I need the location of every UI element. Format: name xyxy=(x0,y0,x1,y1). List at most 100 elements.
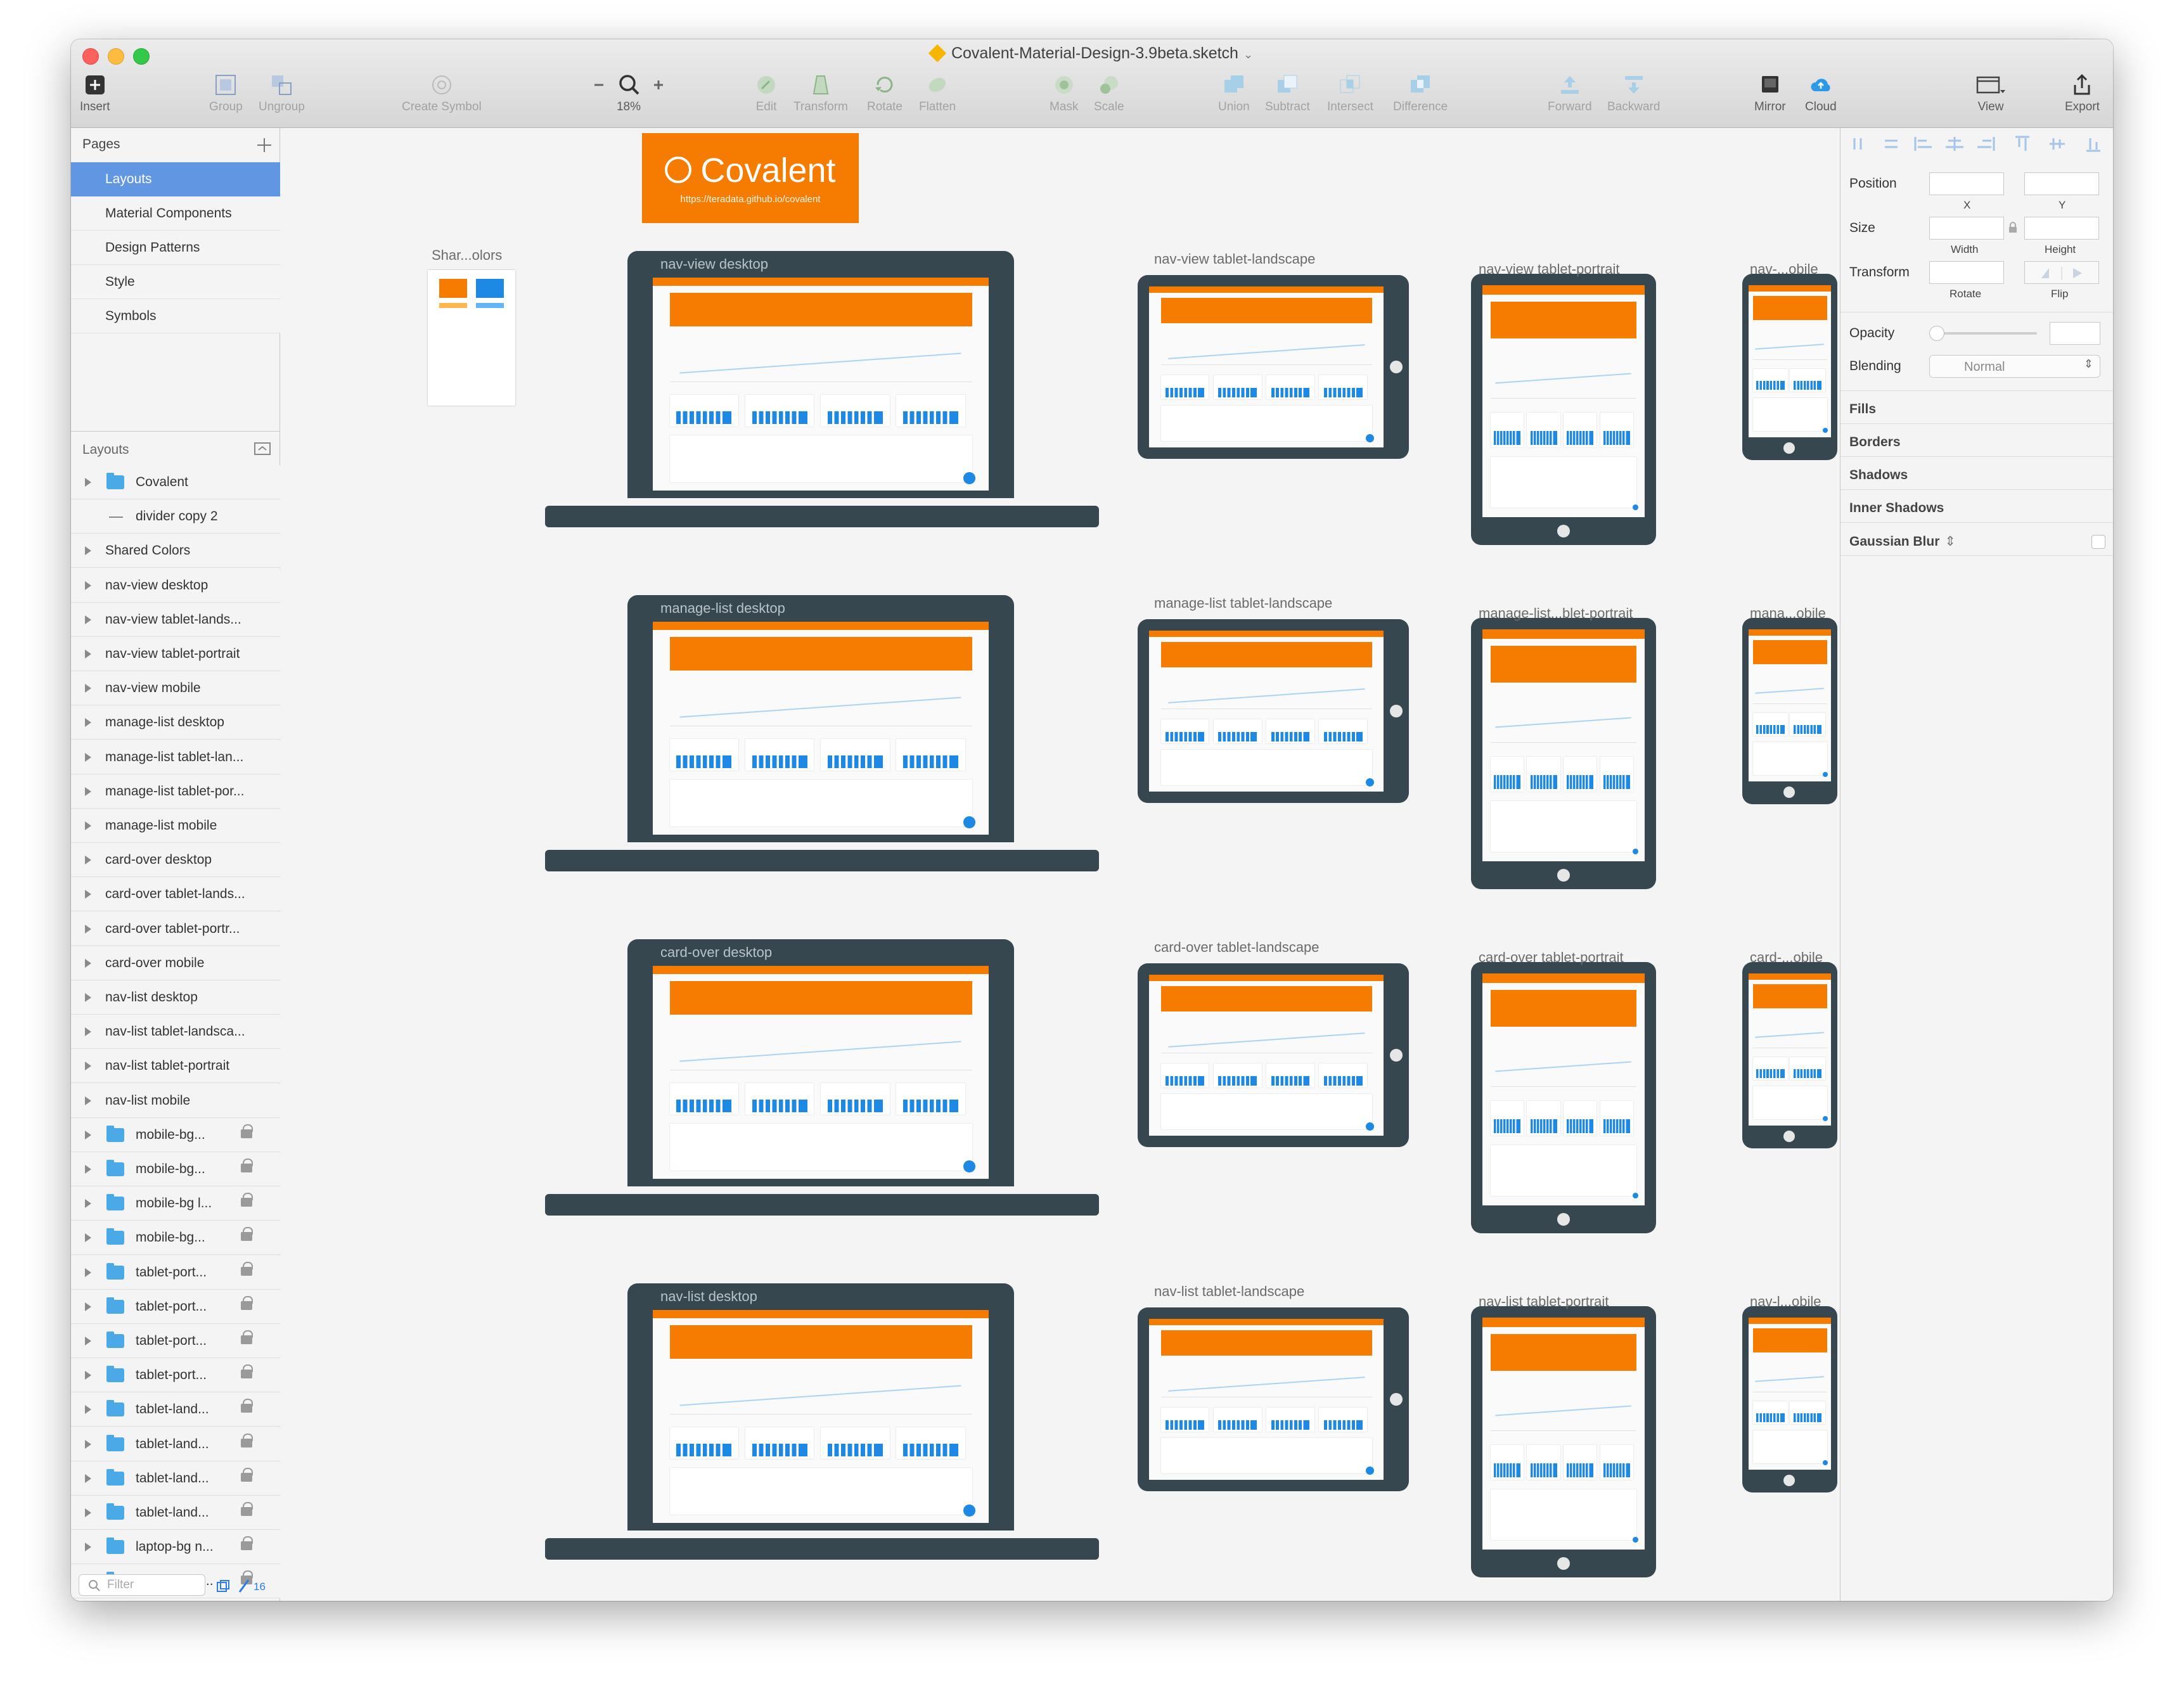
layer-row[interactable]: nav-list tablet-portrait xyxy=(71,1049,280,1084)
artboard-label[interactable]: nav-l...obile xyxy=(1750,1293,1821,1310)
laptop-mockup[interactable] xyxy=(627,939,1014,1186)
disclosure-triangle-icon[interactable] xyxy=(85,890,91,899)
rotate-button[interactable]: Rotate xyxy=(867,74,903,114)
tablet-landscape-mockup[interactable] xyxy=(1138,963,1409,1147)
lock-icon[interactable] xyxy=(241,1261,253,1276)
position-x-input[interactable] xyxy=(1929,172,2004,195)
lock-ratio-icon[interactable] xyxy=(2008,222,2018,233)
layer-row[interactable]: divider copy 2 xyxy=(71,499,280,534)
artboard-label[interactable]: manage-list desktop xyxy=(660,600,785,617)
page-item[interactable]: Material Components xyxy=(71,196,280,231)
blending-select[interactable]: Normal ⇕ xyxy=(1929,355,2100,378)
insert-button[interactable]: Insert xyxy=(80,74,110,114)
layer-row[interactable]: card-over tablet-lands... xyxy=(71,877,280,912)
lock-icon[interactable] xyxy=(241,1159,253,1172)
disclosure-triangle-icon[interactable] xyxy=(85,684,91,693)
mirror-button[interactable]: Mirror xyxy=(1754,74,1786,114)
artboard-label[interactable]: nav-list tablet-landscape xyxy=(1154,1283,1304,1300)
lock-icon[interactable] xyxy=(241,1467,253,1482)
disclosure-triangle-icon[interactable] xyxy=(85,581,91,590)
layer-row[interactable]: laptop-bg n... xyxy=(71,1530,280,1565)
artboard-label[interactable]: nav-list tablet-portrait xyxy=(1479,1293,1609,1310)
lock-icon[interactable] xyxy=(241,1193,253,1207)
filter-input[interactable]: Filter xyxy=(79,1574,205,1596)
artboard-label[interactable]: manage-list...blet-portrait xyxy=(1479,605,1633,622)
tablet-landscape-mockup[interactable] xyxy=(1138,619,1409,803)
lock-icon[interactable] xyxy=(241,1330,253,1344)
layer-row[interactable]: nav-list mobile xyxy=(71,1083,280,1118)
edit-button[interactable]: Edit xyxy=(754,74,778,114)
layer-row[interactable]: Shared Colors xyxy=(71,534,280,568)
disclosure-triangle-icon[interactable] xyxy=(85,1302,91,1311)
height-input[interactable] xyxy=(2024,217,2099,240)
disclosure-triangle-icon[interactable] xyxy=(85,924,91,934)
disclosure-triangle-icon[interactable] xyxy=(85,1233,91,1243)
layer-row[interactable]: nav-view mobile xyxy=(71,671,280,706)
fills-section[interactable]: Fills xyxy=(1849,402,1876,417)
canvas[interactable]: Covalent https://teradata.github.io/cova… xyxy=(281,128,1840,1601)
flip-buttons[interactable] xyxy=(2024,261,2099,284)
layer-row[interactable]: mobile-bg... xyxy=(71,1117,280,1152)
layer-row[interactable]: mobile-bg l... xyxy=(71,1186,280,1221)
scale-button[interactable]: Scale xyxy=(1094,74,1124,114)
disclosure-triangle-icon[interactable] xyxy=(85,1165,91,1174)
layer-row[interactable]: tablet-land... xyxy=(71,1496,280,1530)
phone-mockup[interactable] xyxy=(1742,1306,1837,1492)
collapse-layers-icon[interactable] xyxy=(254,441,271,456)
phone-mockup[interactable] xyxy=(1742,962,1837,1148)
cloud-button[interactable]: Cloud xyxy=(1805,74,1837,114)
layer-row[interactable]: tablet-port... xyxy=(71,1324,280,1358)
disclosure-triangle-icon[interactable] xyxy=(85,615,91,624)
disclosure-triangle-icon[interactable] xyxy=(85,1405,91,1415)
opacity-slider-track[interactable] xyxy=(1934,332,2037,335)
gaussian-blur-section[interactable]: Gaussian Blur ⇕ xyxy=(1849,534,1956,549)
layer-row[interactable]: card-over tablet-portr... xyxy=(71,911,280,946)
layer-row[interactable]: tablet-port... xyxy=(71,1289,280,1324)
disclosure-triangle-icon[interactable] xyxy=(85,958,91,968)
document-title[interactable]: Covalent-Material-Design-3.9beta.sketch ⌄ xyxy=(71,44,2113,63)
zoom-control[interactable]: 18% xyxy=(591,74,667,114)
disclosure-triangle-icon[interactable] xyxy=(85,856,91,865)
tablet-landscape-mockup[interactable] xyxy=(1138,275,1409,459)
disclosure-triangle-icon[interactable] xyxy=(85,546,91,556)
tablet-portrait-mockup[interactable] xyxy=(1471,618,1656,889)
opacity-slider-thumb[interactable] xyxy=(1929,326,1944,341)
disclosure-triangle-icon[interactable] xyxy=(85,1062,91,1071)
disclosure-triangle-icon[interactable] xyxy=(85,1268,91,1277)
page-item[interactable]: Symbols xyxy=(71,299,280,333)
inner-shadows-section[interactable]: Inner Shadows xyxy=(1849,501,1944,516)
tablet-portrait-mockup[interactable] xyxy=(1471,962,1656,1233)
forward-button[interactable]: Forward xyxy=(1548,74,1592,114)
layer-row[interactable]: tablet-land... xyxy=(71,1427,280,1461)
group-button[interactable]: Group xyxy=(209,74,243,114)
laptop-mockup[interactable] xyxy=(627,595,1014,842)
flatten-button[interactable]: Flatten xyxy=(919,74,956,114)
layer-row[interactable]: tablet-port... xyxy=(71,1358,280,1393)
shadows-section[interactable]: Shadows xyxy=(1849,468,1908,483)
laptop-mockup[interactable] xyxy=(627,1283,1014,1531)
disclosure-triangle-icon[interactable] xyxy=(85,1508,91,1517)
disclosure-triangle-icon[interactable] xyxy=(85,993,91,1002)
disclosure-triangle-icon[interactable] xyxy=(85,1096,91,1105)
disclosure-triangle-icon[interactable] xyxy=(85,1473,91,1483)
intersect-button[interactable]: Intersect xyxy=(1327,74,1373,114)
layer-row[interactable]: tablet-port... xyxy=(71,1255,280,1290)
view-button[interactable]: View xyxy=(1975,74,2007,114)
layer-row[interactable]: manage-list tablet-por... xyxy=(71,774,280,809)
mask-button[interactable]: Mask xyxy=(1050,74,1078,114)
lock-icon[interactable] xyxy=(241,1536,253,1551)
artboard-label[interactable]: manage-list tablet-landscape xyxy=(1154,595,1332,612)
borders-section[interactable]: Borders xyxy=(1849,435,1901,450)
layer-row[interactable]: mobile-bg... xyxy=(71,1221,280,1255)
layer-row[interactable]: nav-view desktop xyxy=(71,568,280,603)
transform-button[interactable]: Transform xyxy=(793,74,848,114)
export-button[interactable]: Export xyxy=(2065,74,2100,114)
artboard-label[interactable]: nav-...obile xyxy=(1750,261,1818,278)
artboard-label[interactable]: nav-view desktop xyxy=(660,256,768,273)
lock-icon[interactable] xyxy=(241,1227,253,1242)
artboard-label[interactable]: card-over tablet-landscape xyxy=(1154,939,1319,956)
layer-row[interactable]: nav-list tablet-landsca... xyxy=(71,1015,280,1049)
width-input[interactable] xyxy=(1929,217,2004,240)
lock-icon[interactable] xyxy=(241,1502,253,1516)
layer-row[interactable]: manage-list mobile xyxy=(71,809,280,843)
